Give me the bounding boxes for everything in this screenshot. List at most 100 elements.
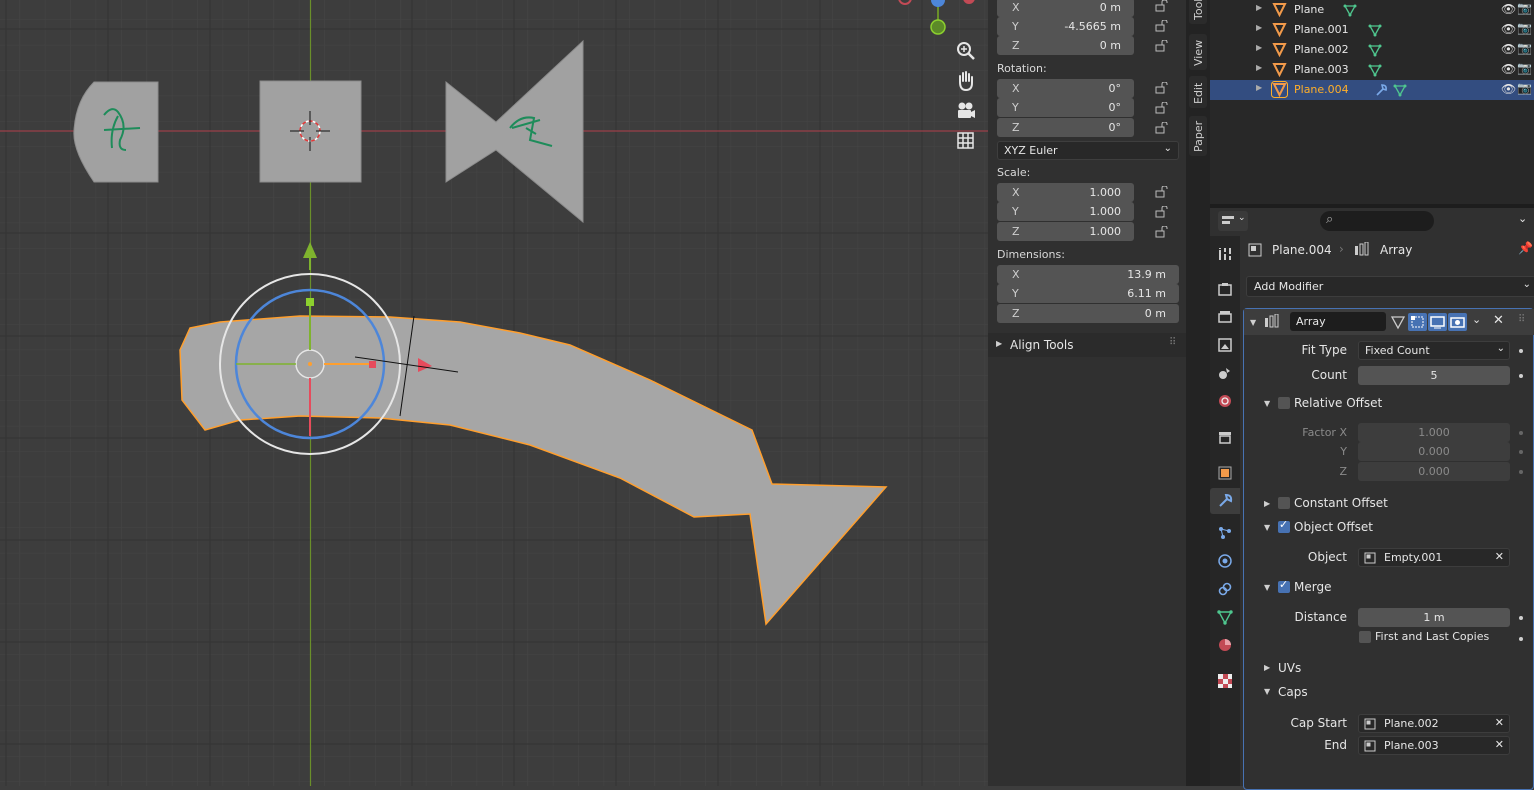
visibility-eye-icon[interactable]: 👁 — [1501, 22, 1516, 36]
outliner-item-plane-002[interactable]: ▶ Plane.002 👁 📷 — [1210, 40, 1534, 60]
expand-icon[interactable]: ▶ — [1256, 63, 1262, 72]
location-x-field[interactable]: X0 m — [997, 0, 1134, 17]
view-layer-icon[interactable] — [1217, 337, 1233, 353]
align-tools-panel-header[interactable]: ▶ Align Tools ⠿ — [988, 333, 1186, 357]
keyframe-dot[interactable] — [1519, 637, 1523, 641]
object-icon[interactable] — [1217, 465, 1233, 481]
factor-x-field[interactable]: 1.000 — [1358, 423, 1510, 442]
plane-002-object[interactable] — [73, 81, 159, 183]
modifier-name-field[interactable]: Array — [1290, 312, 1386, 331]
caps-section[interactable]: Caps — [1278, 685, 1308, 699]
pan-hand-icon[interactable] — [953, 68, 979, 94]
uvs-section[interactable]: UVs — [1278, 661, 1301, 675]
dimension-z-field[interactable]: Z0 m — [997, 304, 1179, 323]
relative-offset-checkbox[interactable] — [1278, 397, 1290, 409]
render-camera-icon[interactable]: 📷 — [1517, 1, 1532, 15]
render-toggle[interactable] — [1448, 313, 1467, 331]
rotation-mode-dropdown[interactable]: XYZ Euler ⌄ — [997, 141, 1179, 160]
render-camera-icon[interactable]: 📷 — [1517, 21, 1532, 35]
grid-view-icon[interactable] — [953, 128, 979, 154]
location-y-field[interactable]: Y -4.5665 m — [997, 17, 1134, 36]
keyframe-dot[interactable] — [1519, 431, 1523, 435]
lock-icon[interactable] — [1155, 121, 1168, 134]
render-camera-icon[interactable]: 📷 — [1517, 41, 1532, 55]
rotation-x-field[interactable]: X 0° — [997, 79, 1134, 98]
dimension-y-field[interactable]: Y 6.11 m — [997, 284, 1179, 303]
lock-icon[interactable] — [1155, 185, 1168, 198]
keyframe-dot[interactable] — [1519, 616, 1523, 620]
location-z-field[interactable]: Z0 m — [997, 36, 1134, 55]
first-last-copies-checkbox[interactable] — [1359, 631, 1371, 643]
collapse-icon[interactable]: ▼ — [1264, 687, 1270, 696]
cap-start-field[interactable]: Plane.002 ✕ — [1358, 714, 1510, 733]
keyframe-dot[interactable] — [1519, 374, 1523, 378]
keyframe-dot[interactable] — [1519, 349, 1523, 353]
visibility-eye-icon[interactable]: 👁 — [1501, 42, 1516, 56]
outliner-item-plane-001[interactable]: ▶ Plane.001 👁 📷 — [1210, 20, 1534, 40]
scale-z-field[interactable]: Z 1.000 — [997, 222, 1134, 241]
tab-view[interactable]: View — [1189, 34, 1207, 70]
collection-icon[interactable] — [1217, 429, 1233, 445]
outliner-item-plane[interactable]: ▶ Plane 👁 📷 — [1210, 0, 1534, 20]
outliner-item-plane-003[interactable]: ▶ Plane.003 👁 📷 — [1210, 60, 1534, 80]
viewport-display-toggle[interactable] — [1428, 313, 1447, 331]
expand-icon[interactable]: ▶ — [1256, 3, 1262, 12]
distance-field[interactable]: 1 m — [1358, 608, 1510, 627]
outliner-item-plane-004[interactable]: ▶ Plane.004 👁 📷 — [1210, 80, 1534, 100]
particles-icon[interactable] — [1217, 525, 1233, 541]
lock-icon[interactable] — [1155, 39, 1168, 52]
lock-icon[interactable] — [1155, 101, 1168, 114]
count-field[interactable]: 5 — [1358, 366, 1510, 385]
cap-end-field[interactable]: Plane.003 ✕ — [1358, 736, 1510, 755]
collapse-icon[interactable]: ▼ — [1264, 399, 1270, 408]
close-icon[interactable]: ✕ — [1495, 716, 1504, 729]
lock-icon[interactable] — [1155, 19, 1168, 32]
scene-icon[interactable] — [1217, 365, 1233, 381]
offset-object-field[interactable]: Empty.001 ✕ — [1358, 548, 1510, 567]
expand-icon[interactable]: ▶ — [1256, 83, 1262, 92]
keyframe-dot[interactable] — [1519, 450, 1523, 454]
editor-type-dropdown[interactable]: ⌄ — [1218, 211, 1248, 231]
texture-icon[interactable] — [1217, 673, 1233, 689]
render-icon[interactable] — [1217, 281, 1233, 297]
expand-icon[interactable]: ▶ — [1264, 499, 1270, 508]
close-icon[interactable]: ✕ — [1493, 313, 1504, 328]
object-offset-checkbox[interactable] — [1278, 518, 1290, 533]
collapse-icon[interactable]: ▼ — [1250, 318, 1256, 327]
camera-view-icon[interactable] — [953, 98, 979, 124]
render-camera-icon[interactable]: 📷 — [1517, 81, 1532, 95]
render-camera-icon[interactable]: 📷 — [1517, 61, 1532, 75]
lock-icon[interactable] — [1155, 81, 1168, 94]
collapse-icon[interactable]: ▼ — [1264, 523, 1270, 532]
lock-icon[interactable] — [1155, 225, 1168, 238]
viewport-canvas[interactable] — [0, 0, 988, 786]
expand-icon[interactable]: ▶ — [1264, 663, 1270, 672]
scale-y-field[interactable]: Y 1.000 — [997, 202, 1134, 221]
merge-checkbox[interactable] — [1278, 578, 1290, 593]
add-modifier-dropdown[interactable]: Add Modifier ⌄ — [1246, 276, 1534, 297]
material-icon[interactable] — [1217, 637, 1233, 653]
dimension-x-field[interactable]: X 13.9 m — [997, 265, 1179, 284]
factor-z-field[interactable]: 0.000 — [1358, 462, 1510, 481]
fit-type-dropdown[interactable]: Fixed Count ⌄ — [1358, 341, 1510, 360]
tab-paper[interactable]: Paper — [1189, 116, 1207, 156]
close-icon[interactable]: ✕ — [1495, 550, 1504, 563]
pin-icon[interactable]: 📌 — [1518, 241, 1533, 255]
factor-y-field[interactable]: 0.000 — [1358, 442, 1510, 461]
visibility-eye-icon[interactable]: 👁 — [1501, 2, 1516, 16]
scale-x-field[interactable]: X 1.000 — [997, 183, 1134, 202]
3d-viewport[interactable] — [0, 0, 988, 786]
world-icon[interactable] — [1217, 393, 1233, 409]
edit-mode-toggle[interactable] — [1408, 313, 1427, 331]
edit-mode-cage-icon[interactable] — [1390, 314, 1406, 330]
close-icon[interactable]: ✕ — [1495, 738, 1504, 751]
keyframe-dot[interactable] — [1519, 470, 1523, 474]
mesh-data-icon[interactable] — [1217, 609, 1233, 625]
drag-handle-icon[interactable]: ⠿ — [1518, 314, 1525, 325]
plane-object[interactable] — [259, 80, 362, 183]
rotation-y-field[interactable]: Y 0° — [997, 98, 1134, 117]
chevron-down-icon[interactable]: ⌄ — [1518, 212, 1527, 225]
rotation-z-field[interactable]: Z 0° — [997, 118, 1134, 137]
output-icon[interactable] — [1217, 309, 1233, 325]
expand-icon[interactable]: ▶ — [1256, 23, 1262, 32]
